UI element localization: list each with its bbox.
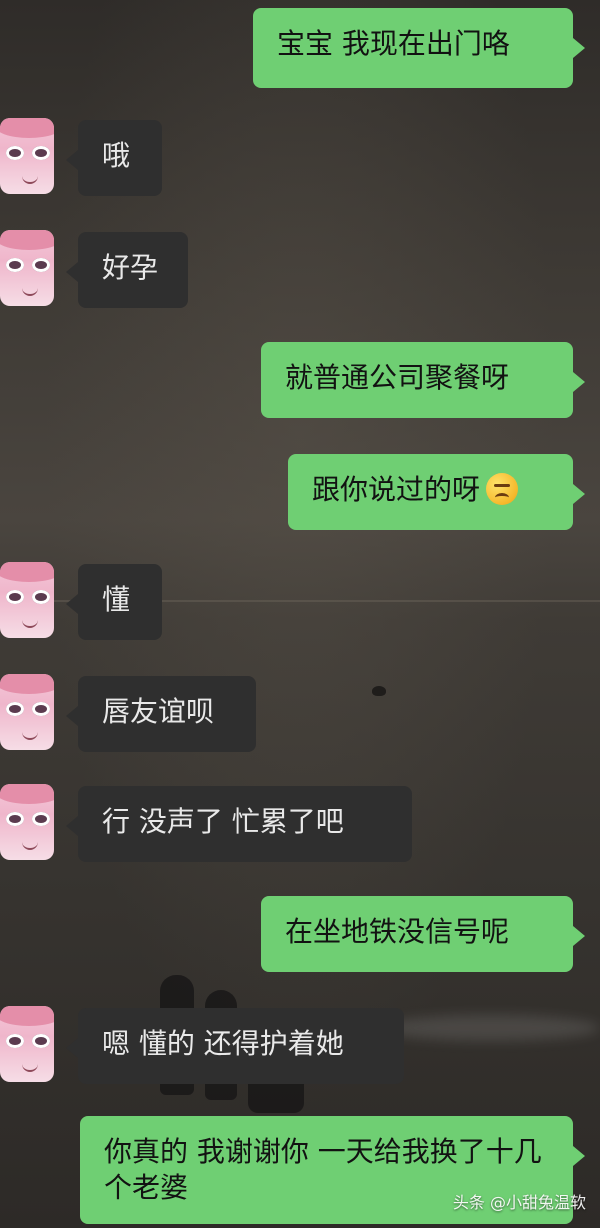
incoming-message-bubble[interactable]: 嗯 懂的 还得护着她 [66, 1008, 404, 1084]
message-row: 在坐地铁没信号呢 [0, 896, 600, 972]
message-row: 就普通公司聚餐呀 [0, 342, 600, 418]
outgoing-message-bubble[interactable]: 跟你说过的呀 [288, 454, 585, 530]
incoming-message-bubble[interactable]: 唇友谊呗 [66, 676, 256, 752]
message-text: 跟你说过的呀 [312, 473, 481, 506]
message-text: 懂 [102, 583, 131, 616]
message-row: 好孕 [0, 230, 600, 310]
message-text: 唇友谊呗 [102, 695, 215, 728]
incoming-message-bubble[interactable]: 好孕 [66, 232, 188, 308]
message-text: 宝宝 我现在出门咯 [277, 27, 510, 60]
message-row: 哦 [0, 118, 600, 198]
message-text: 哦 [102, 139, 131, 172]
message-text: 就普通公司聚餐呀 [285, 361, 510, 394]
outgoing-message-bubble[interactable]: 宝宝 我现在出门咯 [253, 8, 585, 88]
incoming-message-bubble[interactable]: 懂 [66, 564, 162, 640]
contact-avatar[interactable] [0, 230, 54, 306]
message-text: 嗯 懂的 还得护着她 [102, 1027, 344, 1060]
contact-avatar[interactable] [0, 784, 54, 860]
contact-avatar[interactable] [0, 674, 54, 750]
message-row: 行 没声了 忙累了吧 [0, 784, 600, 864]
incoming-message-bubble[interactable]: 行 没声了 忙累了吧 [66, 786, 412, 862]
message-row: 宝宝 我现在出门咯 [0, 8, 600, 88]
message-text: 好孕 [102, 251, 159, 284]
message-row: 嗯 懂的 还得护着她 [0, 1006, 600, 1086]
outgoing-message-bubble[interactable]: 就普通公司聚餐呀 [261, 342, 585, 418]
contact-avatar[interactable] [0, 1006, 54, 1082]
message-text: 行 没声了 忙累了吧 [102, 805, 344, 838]
contact-avatar[interactable] [0, 118, 54, 194]
message-row: 懂 [0, 562, 600, 642]
contact-avatar[interactable] [0, 562, 54, 638]
worried-face-emoji-icon [486, 473, 519, 505]
message-text: 在坐地铁没信号呢 [285, 915, 510, 948]
incoming-message-bubble[interactable]: 哦 [66, 120, 162, 196]
outgoing-message-bubble[interactable]: 在坐地铁没信号呢 [261, 896, 585, 972]
watermark: 头条 @小甜兔温软 [452, 1193, 586, 1212]
message-row: 唇友谊呗 [0, 674, 600, 754]
message-row: 跟你说过的呀 [0, 454, 600, 530]
